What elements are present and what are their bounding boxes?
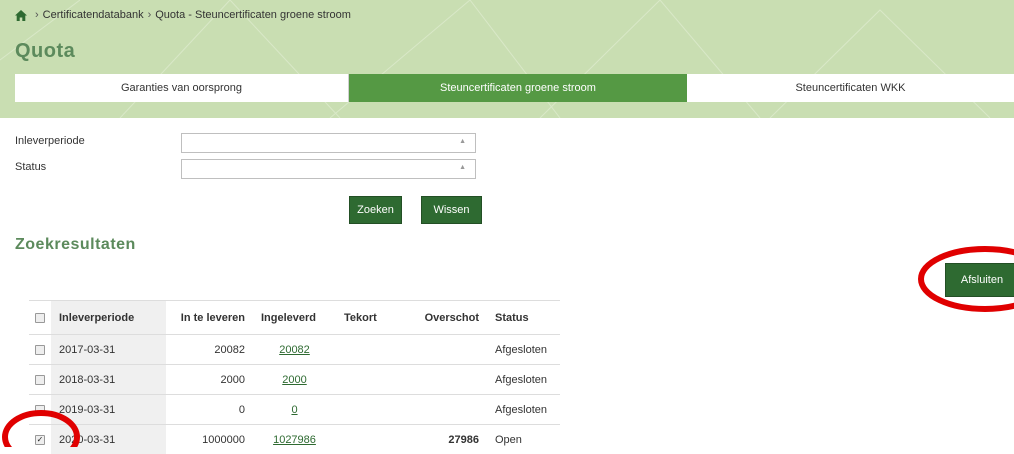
delivered-link[interactable]: 0 <box>291 404 297 416</box>
table-row: ✓ 2020-03-31 1000000 1027986 27986 Open <box>29 425 560 454</box>
breadcrumb-separator: › <box>35 9 39 21</box>
caret-up-icon: ▲ <box>459 138 466 145</box>
tab-steuncertificaten-wkk[interactable]: Steuncertificaten WKK <box>687 74 1014 102</box>
cell-shortage <box>336 365 401 395</box>
cell-to-deliver: 2000 <box>166 365 253 395</box>
checkbox-icon[interactable] <box>35 405 45 415</box>
cell-status: Afgesloten <box>487 395 560 425</box>
column-header-overschot[interactable]: Overschot <box>401 301 487 335</box>
column-header-in-te-leveren[interactable]: In te leveren <box>166 301 253 335</box>
column-header-tekort[interactable]: Tekort <box>336 301 401 335</box>
caret-up-icon: ▲ <box>459 164 466 171</box>
cell-to-deliver: 0 <box>166 395 253 425</box>
cell-delivered: 0 <box>253 395 336 425</box>
breadcrumb-link-certificatendatabank[interactable]: Certificatendatabank <box>43 9 144 21</box>
table-header-row: Inleverperiode In te leveren Ingeleverd … <box>29 301 560 335</box>
delivered-link[interactable]: 1027986 <box>273 434 316 446</box>
row-checkbox-cell <box>29 335 51 365</box>
cell-period: 2020-03-31 <box>51 425 166 454</box>
home-icon[interactable] <box>15 10 27 21</box>
cell-to-deliver: 1000000 <box>166 425 253 454</box>
delivered-link[interactable]: 20082 <box>279 344 310 356</box>
page-header: › Certificatendatabank › Quota - Steunce… <box>0 0 1014 118</box>
clear-button[interactable]: Wissen <box>421 196 482 224</box>
cell-period: 2018-03-31 <box>51 365 166 395</box>
checkbox-icon[interactable] <box>35 345 45 355</box>
breadcrumb: › Certificatendatabank › Quota - Steunce… <box>15 9 351 21</box>
results-title: Zoekresultaten <box>15 236 136 254</box>
checkbox-icon[interactable] <box>35 313 45 323</box>
row-checkbox-cell: ✓ <box>29 425 51 454</box>
column-header-status[interactable]: Status <box>487 301 560 335</box>
column-header-ingeleverd[interactable]: Ingeleverd <box>253 301 336 335</box>
cell-delivered: 2000 <box>253 365 336 395</box>
period-label: Inleverperiode <box>15 135 85 147</box>
tab-bar: Garanties van oorsprong Steuncertificate… <box>15 74 1014 102</box>
select-all-cell <box>29 301 51 335</box>
cell-shortage <box>336 395 401 425</box>
row-checkbox-cell <box>29 395 51 425</box>
delivered-link[interactable]: 2000 <box>282 374 306 386</box>
cell-shortage <box>336 335 401 365</box>
status-select[interactable]: ▲ <box>181 159 476 179</box>
cell-to-deliver: 20082 <box>166 335 253 365</box>
table-row: 2018-03-31 2000 2000 Afgesloten <box>29 365 560 395</box>
close-button[interactable]: Afsluiten <box>945 263 1014 297</box>
cell-shortage <box>336 425 401 454</box>
period-select[interactable]: ▲ <box>181 133 476 153</box>
cell-status: Open <box>487 425 560 454</box>
table-row: 2017-03-31 20082 20082 Afgesloten <box>29 335 560 365</box>
row-checkbox-cell <box>29 365 51 395</box>
cell-period: 2017-03-31 <box>51 335 166 365</box>
cell-surplus <box>401 395 487 425</box>
table-row: 2019-03-31 0 0 Afgesloten <box>29 395 560 425</box>
cell-delivered: 1027986 <box>253 425 336 454</box>
results-table: Inleverperiode In te leveren Ingeleverd … <box>29 300 560 454</box>
cell-surplus: 27986 <box>401 425 487 454</box>
cell-delivered: 20082 <box>253 335 336 365</box>
breadcrumb-separator: › <box>148 9 152 21</box>
breadcrumb-current: Quota - Steuncertificaten groene stroom <box>155 9 351 21</box>
cell-status: Afgesloten <box>487 335 560 365</box>
cell-period: 2019-03-31 <box>51 395 166 425</box>
search-button[interactable]: Zoeken <box>349 196 402 224</box>
cell-surplus <box>401 365 487 395</box>
cell-status: Afgesloten <box>487 365 560 395</box>
status-label: Status <box>15 161 46 173</box>
cell-surplus <box>401 335 487 365</box>
tab-garanties-van-oorsprong[interactable]: Garanties van oorsprong <box>15 74 349 102</box>
column-header-inleverperiode[interactable]: Inleverperiode <box>51 301 166 335</box>
checkbox-icon[interactable]: ✓ <box>35 435 45 445</box>
tab-steuncertificaten-groene-stroom[interactable]: Steuncertificaten groene stroom <box>349 74 687 102</box>
checkbox-icon[interactable] <box>35 375 45 385</box>
page-title: Quota <box>15 40 75 63</box>
